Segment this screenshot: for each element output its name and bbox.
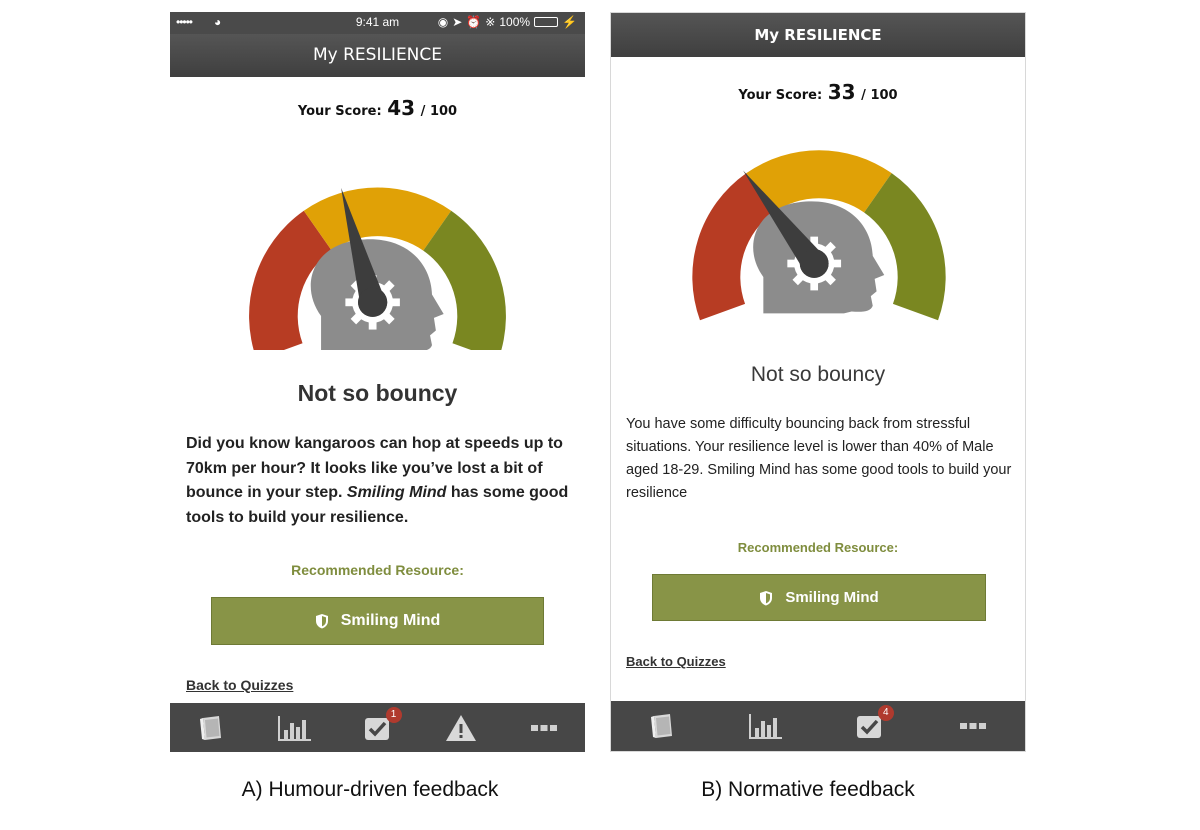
tab-bar: 1 bbox=[170, 703, 585, 752]
tab-bar-chart[interactable] bbox=[715, 701, 819, 751]
bluetooth-icon: ※ bbox=[485, 15, 496, 29]
more-icon bbox=[530, 723, 558, 733]
tab-book[interactable] bbox=[170, 703, 253, 752]
notification-badge: 1 bbox=[385, 707, 402, 723]
result-headline: Not so bouncy bbox=[297, 380, 458, 406]
feedback-text: Did you know kangaroos can hop at speeds… bbox=[186, 432, 576, 530]
book-icon bbox=[648, 711, 678, 741]
needle-hub bbox=[358, 287, 388, 317]
recommended-label: Recommended Resource: bbox=[291, 562, 464, 578]
tab-more[interactable] bbox=[922, 701, 1026, 751]
notification-badge: 4 bbox=[877, 705, 894, 721]
needle-hub bbox=[799, 249, 829, 278]
smiling-mind-button[interactable]: Smiling Mind bbox=[652, 574, 986, 621]
smiling-mind-button-label: Smiling Mind bbox=[785, 589, 879, 606]
shield-icon bbox=[315, 614, 328, 629]
score-label: Your Score: bbox=[738, 88, 823, 103]
score-max: / 100 bbox=[861, 88, 898, 103]
bar-chart-icon bbox=[748, 712, 784, 740]
book-icon bbox=[197, 713, 227, 743]
smiling-mind-button[interactable]: Smiling Mind bbox=[211, 597, 544, 645]
more-icon bbox=[959, 721, 987, 731]
tab-warning[interactable] bbox=[419, 703, 502, 752]
battery-percent: 100% bbox=[499, 15, 531, 29]
smiling-mind-button-label: Smiling Mind bbox=[340, 612, 441, 629]
caption-humour: A) Humour-driven feedback bbox=[241, 778, 499, 801]
lock-rotation-icon: ◉ bbox=[437, 15, 449, 29]
nav-title: My RESILIENCE bbox=[611, 13, 1025, 57]
gauge-green-zone bbox=[864, 173, 946, 321]
bar-chart-icon bbox=[277, 714, 313, 742]
back-to-quizzes-link[interactable]: Back to Quizzes bbox=[186, 677, 293, 693]
location-icon: ➤ bbox=[452, 15, 463, 29]
feedback-text: You have some difficulty bouncing back f… bbox=[626, 416, 1012, 501]
score-value: 33 bbox=[827, 80, 856, 104]
status-right: ◉ ➤ ⏰ ※ 100% ⚡ bbox=[438, 15, 577, 29]
phone-screen-humour: ••••• ◕ 9:41 am ◉ ➤ ⏰ ※ 100% ⚡ My RESILI… bbox=[170, 12, 585, 752]
score-max: / 100 bbox=[420, 104, 458, 119]
score-label: Your Score: bbox=[297, 104, 382, 119]
resilience-gauge bbox=[692, 150, 946, 321]
alarm-icon: ⏰ bbox=[466, 15, 482, 29]
status-bar: ••••• ◕ 9:41 am ◉ ➤ ⏰ ※ 100% ⚡ bbox=[170, 12, 585, 34]
resilience-gauge bbox=[249, 187, 506, 350]
warning-icon bbox=[445, 713, 477, 743]
score-value: 43 bbox=[387, 96, 416, 120]
phone-screen-normative: My RESILIENCE Your Score: 33 / 100 Not s… bbox=[610, 12, 1026, 752]
caption-normative: B) Normative feedback bbox=[701, 778, 915, 801]
tab-more[interactable] bbox=[502, 703, 585, 752]
feedback-text-emphasis: Smiling Mind bbox=[346, 484, 447, 501]
recommended-label: Recommended Resource: bbox=[737, 540, 899, 555]
tab-checkbox[interactable]: 1 bbox=[336, 703, 419, 752]
tab-bar-chart[interactable] bbox=[253, 703, 336, 752]
score-display: Your Score: 33 / 100 bbox=[611, 80, 1025, 104]
result-headline: Not so bouncy bbox=[750, 363, 886, 386]
tab-checkbox[interactable]: 4 bbox=[818, 701, 922, 751]
shield-icon bbox=[760, 590, 773, 605]
tab-book[interactable] bbox=[611, 701, 715, 751]
nav-title: My RESILIENCE bbox=[170, 34, 585, 77]
score-display: Your Score: 43 / 100 bbox=[170, 96, 585, 120]
battery-icon bbox=[534, 17, 559, 27]
tab-bar: 4 bbox=[611, 701, 1025, 751]
back-to-quizzes-link[interactable]: Back to Quizzes bbox=[626, 654, 726, 669]
charging-icon: ⚡ bbox=[562, 15, 577, 29]
